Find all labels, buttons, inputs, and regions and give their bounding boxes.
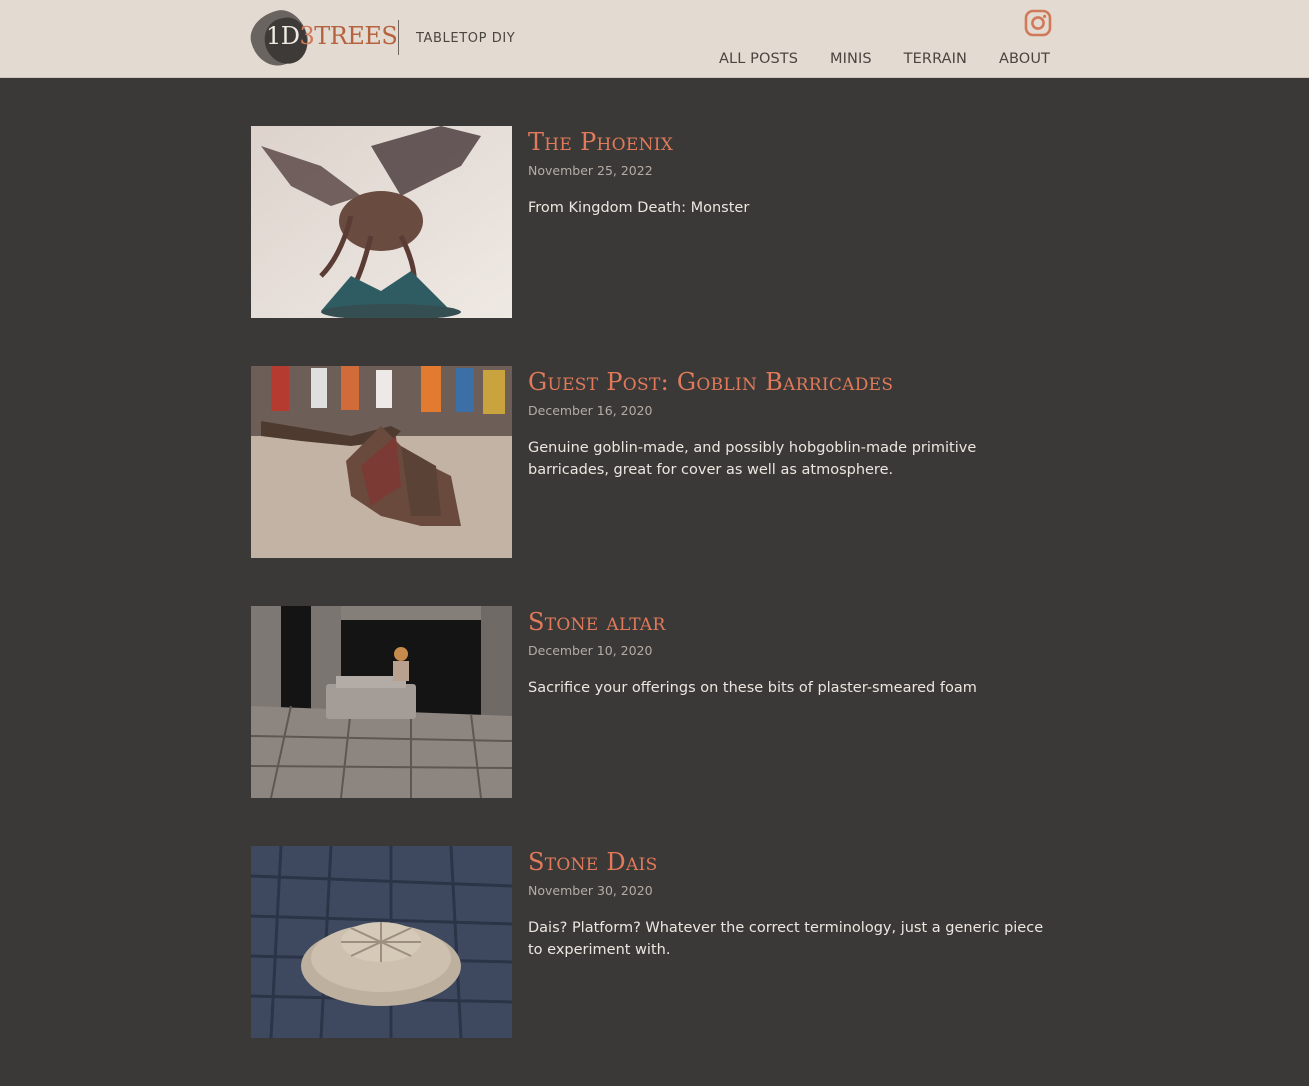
- post-item: Stone altar December 10, 2020 Sacrifice …: [251, 606, 1051, 846]
- post-date: December 10, 2020: [528, 643, 653, 658]
- post-title[interactable]: Stone altar: [528, 608, 666, 636]
- post-date: November 30, 2020: [528, 883, 653, 898]
- nav-minis[interactable]: MINIS: [830, 51, 872, 67]
- post-excerpt: Dais? Platform? Whatever the correct ter…: [528, 920, 1044, 958]
- post-title[interactable]: The Phoenix: [528, 128, 673, 156]
- post-thumbnail[interactable]: [251, 126, 512, 318]
- post-list: The Phoenix November 25, 2022 From Kingd…: [251, 126, 1051, 1086]
- tagline-divider: [398, 20, 399, 55]
- nav-all-posts[interactable]: ALL POSTS: [719, 51, 798, 67]
- post-date: November 25, 2022: [528, 163, 653, 178]
- site-tagline: TABLETOP DIY: [416, 31, 516, 46]
- instagram-icon[interactable]: [1024, 9, 1052, 37]
- main-nav: ALL POSTS MINIS TERRAIN ABOUT: [687, 51, 1050, 67]
- post-title[interactable]: Stone Dais: [528, 848, 658, 876]
- post-thumbnail[interactable]: [251, 366, 512, 558]
- post-item: Guest Post: Goblin Barricades December 1…: [251, 366, 1051, 606]
- post-excerpt: Genuine goblin-made, and possibly hobgob…: [528, 440, 977, 478]
- logo-text: 1D3TREES: [266, 22, 398, 50]
- nav-about[interactable]: ABOUT: [999, 51, 1050, 67]
- post-title[interactable]: Guest Post: Goblin Barricades: [528, 368, 893, 396]
- post-item: The Phoenix November 25, 2022 From Kingd…: [251, 126, 1051, 366]
- site-logo[interactable]: 1D3TREES: [245, 5, 398, 71]
- post-thumbnail[interactable]: [251, 846, 512, 1038]
- post-item: Stone Dais November 30, 2020 Dais? Platf…: [251, 846, 1051, 1086]
- site-header: 1D3TREES TABLETOP DIY ALL POSTS MINIS TE…: [0, 0, 1309, 78]
- post-date: December 16, 2020: [528, 403, 653, 418]
- nav-terrain[interactable]: TERRAIN: [904, 51, 967, 67]
- post-excerpt: Sacrifice your offerings on these bits o…: [528, 680, 977, 696]
- post-excerpt: From Kingdom Death: Monster: [528, 200, 750, 216]
- post-thumbnail[interactable]: [251, 606, 512, 798]
